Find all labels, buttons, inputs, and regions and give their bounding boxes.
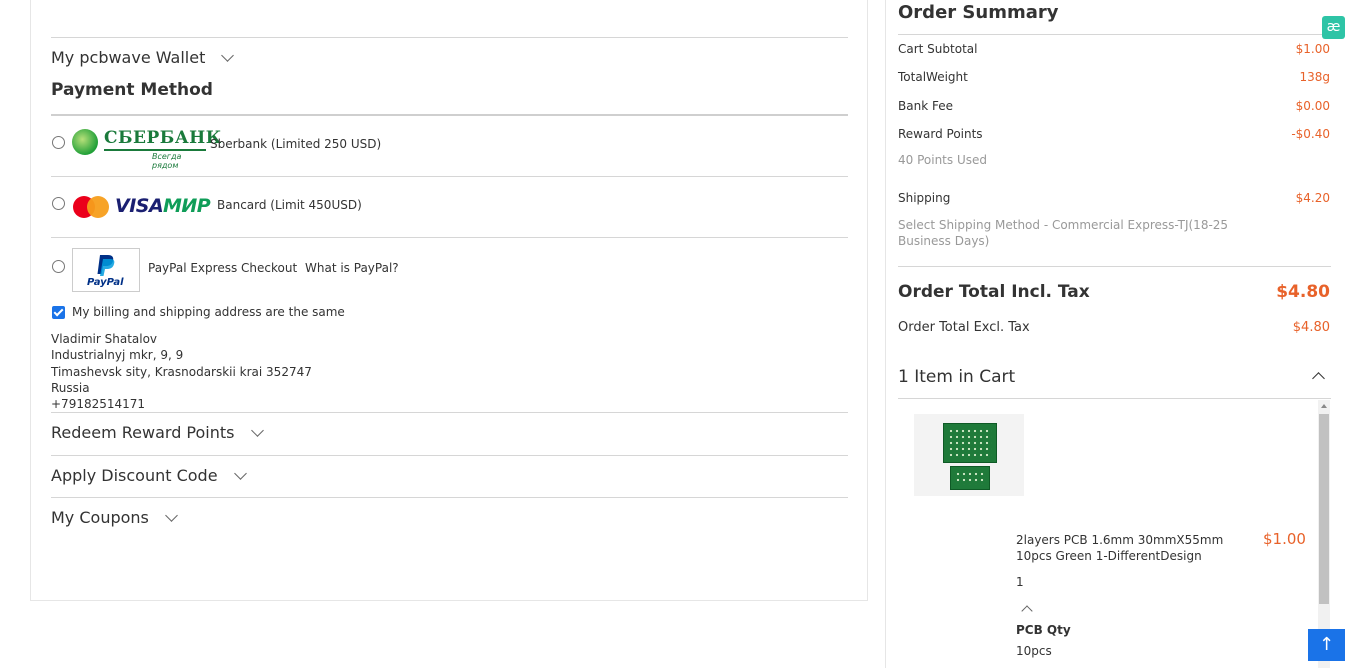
address-name: Vladimir Shatalov: [51, 332, 158, 346]
wallet-label: My pcbwave Wallet: [51, 48, 206, 67]
mastercard-orange-circle: [87, 196, 109, 218]
points-used-text: 40 Points Used: [898, 153, 987, 167]
address-phone: +79182514171: [51, 397, 146, 412]
payment-method-title: Payment Method: [51, 80, 213, 100]
coupons-toggle[interactable]: My Coupons: [51, 508, 178, 527]
chevron-down-icon: [165, 508, 178, 522]
chevron-up-icon[interactable]: [1021, 605, 1033, 617]
mir-logo: МИР: [163, 195, 211, 217]
shipping-label: Shipping: [898, 191, 951, 205]
chevron-up-icon[interactable]: [1312, 372, 1325, 385]
item-price: $1.00: [1263, 530, 1306, 548]
scroll-up-arrow-icon[interactable]: [1321, 404, 1327, 408]
discount-code-label: Apply Discount Code: [51, 466, 218, 485]
subtotal-value: $1.00: [1295, 42, 1330, 56]
divider: [51, 412, 848, 413]
address-city: Timashevsk sity, Krasnodarskii krai 3527…: [51, 364, 312, 379]
shipping-method-text: Select Shipping Method - Commercial Expr…: [898, 218, 1229, 248]
divider: [898, 266, 1331, 267]
item-name: 2layers PCB 1.6mm 30mmX55mm 10pcs Green …: [1016, 533, 1224, 563]
wallet-toggle[interactable]: My pcbwave Wallet: [51, 48, 235, 67]
same-address-label[interactable]: My billing and shipping address are the …: [72, 305, 345, 319]
item-option-value: 10pcs: [1016, 644, 1052, 658]
bank-fee-label: Bank Fee: [898, 99, 953, 113]
sberbank-logo-icon: [72, 129, 98, 155]
divider: [51, 37, 848, 38]
payment-label-paypal[interactable]: PayPal Express Checkout: [148, 261, 297, 275]
divider: [898, 398, 1331, 399]
address-street: Industrialnyj mkr, 9, 9: [51, 348, 184, 363]
item-qty: 1: [1016, 575, 1024, 589]
divider: [51, 114, 848, 116]
paypal-icon: [97, 255, 115, 276]
shipping-value: $4.20: [1295, 191, 1330, 205]
bank-fee-value: $0.00: [1295, 99, 1330, 113]
redeem-points-label: Redeem Reward Points: [51, 423, 235, 442]
weight-value: 138g: [1299, 70, 1330, 84]
sberbank-logo: СБЕРБАНК Всегда рядом: [72, 128, 221, 170]
cart-items-toggle[interactable]: 1 Item in Cart: [898, 367, 1015, 387]
total-incl-tax-value: $4.80: [1276, 282, 1330, 302]
reward-points-value: -$0.40: [1291, 127, 1330, 141]
payment-label-bancard[interactable]: Bancard (Limit 450USD): [217, 198, 362, 212]
sberbank-logo-text: СБЕРБАНК: [104, 128, 222, 148]
reward-points-label: Reward Points: [898, 127, 983, 141]
same-address-checkbox[interactable]: [52, 306, 65, 319]
divider: [51, 455, 848, 456]
paypal-logo-text: PayPal: [87, 277, 124, 288]
discount-code-toggle[interactable]: Apply Discount Code: [51, 466, 247, 485]
checkout-panel: My pcbwave Wallet Payment Method СБЕРБАН…: [30, 0, 868, 601]
pcb-board-image: [950, 466, 990, 490]
total-excl-tax-value: $4.80: [1292, 320, 1330, 335]
sberbank-logo-slogan: Всегда рядом: [152, 152, 182, 170]
divider: [898, 34, 1331, 35]
payment-label-sberbank[interactable]: Sberbank (Limited 250 USD): [210, 137, 381, 151]
divider: [51, 176, 848, 177]
divider: [51, 497, 848, 498]
subtotal-label: Cart Subtotal: [898, 42, 978, 56]
visa-logo: VISA: [115, 195, 164, 217]
chevron-down-icon: [250, 423, 264, 437]
chevron-down-icon: [221, 48, 235, 62]
billing-address: Vladimir Shatalov Industrialnyj mkr, 9, …: [51, 331, 312, 412]
scroll-thumb[interactable]: [1319, 414, 1329, 604]
item-option-label: PCB Qty: [1016, 623, 1071, 637]
pcb-board-image: [943, 423, 997, 463]
order-summary-title: Order Summary: [898, 2, 1059, 23]
payment-radio-bancard[interactable]: [52, 197, 65, 210]
product-thumbnail[interactable]: [914, 414, 1024, 496]
extension-icon[interactable]: æ: [1322, 16, 1345, 39]
divider: [51, 237, 848, 238]
redeem-points-toggle[interactable]: Redeem Reward Points: [51, 423, 264, 442]
total-incl-tax-label: Order Total Incl. Tax: [898, 282, 1090, 302]
cart-item-list: 2layers PCB 1.6mm 30mmX55mm 10pcs Green …: [898, 400, 1332, 668]
mastercard-logo: [73, 196, 109, 218]
payment-radio-sberbank[interactable]: [52, 136, 65, 149]
total-excl-tax-label: Order Total Excl. Tax: [898, 320, 1030, 335]
paypal-logo: PayPal: [72, 248, 140, 292]
back-to-top-button[interactable]: ↑: [1308, 629, 1345, 661]
cart-scrollbar[interactable]: [1318, 400, 1330, 668]
order-summary: Order Summary Cart Subtotal $1.00 TotalW…: [885, 0, 1345, 668]
sberbank-logo-underline: [104, 149, 206, 151]
chevron-down-icon: [233, 466, 247, 480]
coupons-label: My Coupons: [51, 508, 149, 527]
payment-radio-paypal[interactable]: [52, 260, 65, 273]
what-is-paypal-link[interactable]: What is PayPal?: [305, 261, 399, 275]
weight-label: TotalWeight: [898, 70, 968, 84]
address-country: Russia: [51, 380, 90, 395]
